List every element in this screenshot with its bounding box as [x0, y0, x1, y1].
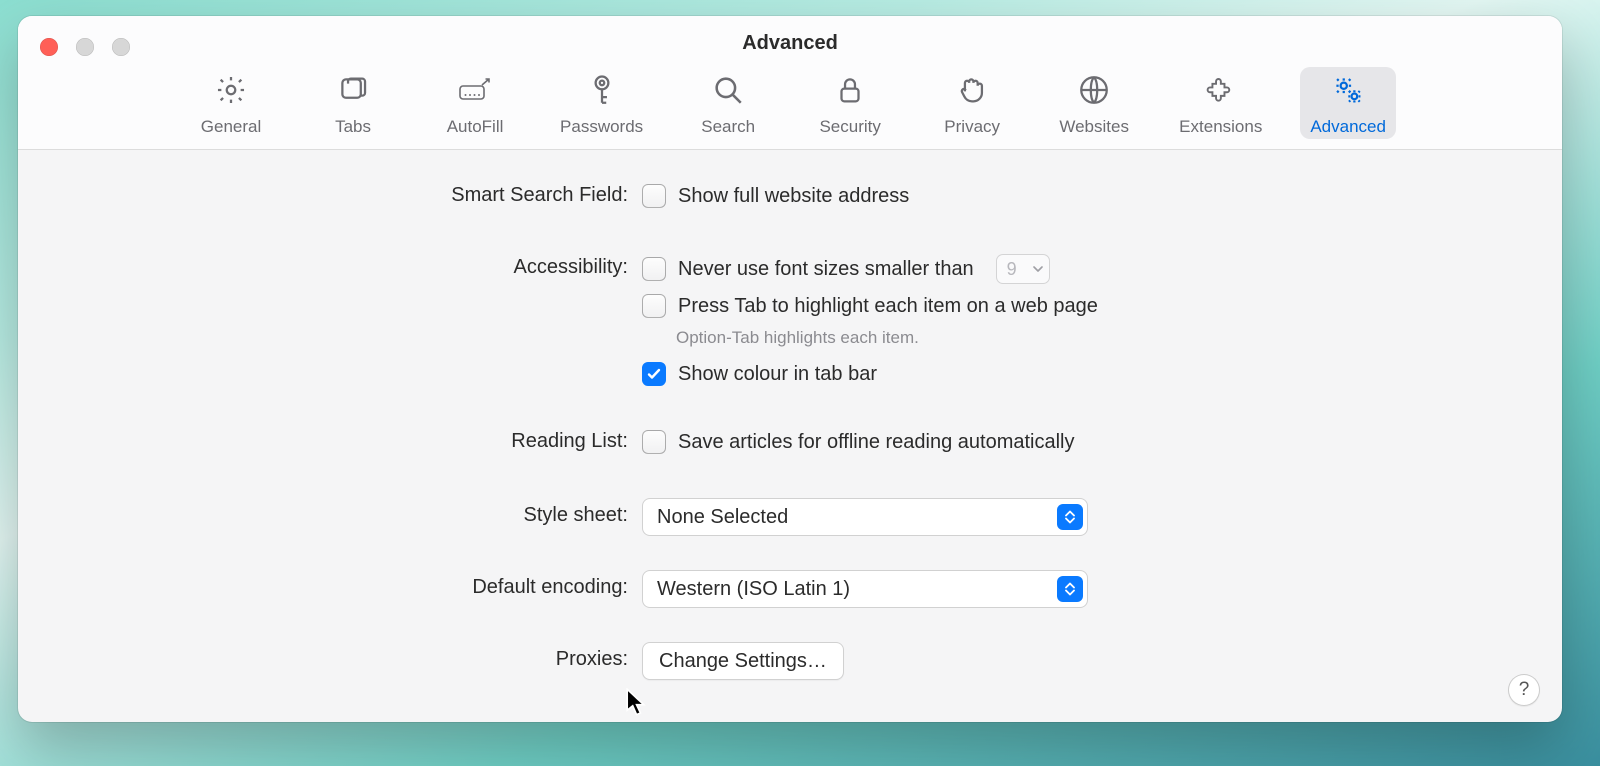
checkbox[interactable] — [642, 184, 666, 208]
stepper-value: 9 — [997, 259, 1027, 280]
close-button[interactable] — [40, 38, 58, 56]
tab-general[interactable]: General — [184, 67, 278, 139]
tab-label: Search — [701, 118, 755, 135]
change-proxy-settings-button[interactable]: Change Settings… — [642, 642, 844, 680]
help-button[interactable]: ? — [1508, 674, 1540, 706]
option-tab-hint: Option-Tab highlights each item. — [642, 328, 1098, 348]
show-full-address-option[interactable]: Show full website address — [642, 182, 909, 210]
tab-privacy[interactable]: Privacy — [925, 67, 1019, 139]
search-icon — [711, 73, 745, 112]
tab-label: Tabs — [335, 118, 371, 135]
popup-value: None Selected — [657, 506, 788, 529]
tab-label: AutoFill — [447, 118, 504, 135]
min-font-size-option[interactable]: Never use font sizes smaller than — [642, 255, 974, 283]
default-encoding-popup[interactable]: Western (ISO Latin 1) — [642, 570, 1088, 608]
globe-icon — [1077, 73, 1111, 112]
tab-advanced[interactable]: Advanced — [1300, 67, 1396, 139]
tab-label: General — [201, 118, 261, 135]
tab-bar-colour-option[interactable]: Show colour in tab bar — [642, 360, 1098, 388]
press-tab-option[interactable]: Press Tab to highlight each item on a we… — [642, 292, 1098, 320]
checkbox-label: Show full website address — [678, 185, 909, 208]
proxies-label: Proxies: — [48, 642, 628, 671]
lock-icon — [833, 73, 867, 112]
window-title: Advanced — [18, 16, 1562, 55]
tab-websites[interactable]: Websites — [1047, 67, 1141, 139]
updown-icon — [1057, 504, 1083, 530]
tab-label: Privacy — [944, 118, 1000, 135]
autofill-icon — [458, 73, 492, 112]
titlebar: Advanced General Tabs — [18, 16, 1562, 150]
popup-value: Western (ISO Latin 1) — [657, 578, 850, 601]
checkbox-label: Press Tab to highlight each item on a we… — [678, 295, 1098, 318]
checkbox-label: Show colour in tab bar — [678, 363, 877, 386]
tab-tabs[interactable]: Tabs — [306, 67, 400, 139]
default-encoding-label: Default encoding: — [48, 570, 628, 599]
style-sheet-popup[interactable]: None Selected — [642, 498, 1088, 536]
tabs-icon — [336, 73, 370, 112]
key-icon — [585, 73, 619, 112]
tab-passwords[interactable]: Passwords — [550, 67, 653, 139]
smart-search-label: Smart Search Field: — [48, 182, 628, 207]
tab-label: Websites — [1059, 118, 1129, 135]
gears-icon — [1331, 73, 1365, 112]
button-label: Change Settings… — [659, 650, 827, 673]
min-font-size-stepper[interactable]: 9 — [996, 254, 1050, 284]
tab-security[interactable]: Security — [803, 67, 897, 139]
accessibility-label: Accessibility: — [48, 254, 628, 279]
puzzle-icon — [1204, 73, 1238, 112]
tab-extensions[interactable]: Extensions — [1169, 67, 1272, 139]
tab-search[interactable]: Search — [681, 67, 775, 139]
minimize-button[interactable] — [76, 38, 94, 56]
spacer — [48, 720, 628, 722]
hand-icon — [955, 73, 989, 112]
tab-label: Extensions — [1179, 118, 1262, 135]
style-sheet-label: Style sheet: — [48, 498, 628, 527]
preferences-toolbar: General Tabs — [18, 55, 1562, 149]
advanced-pane: Smart Search Field: Show full website ad… — [18, 150, 1562, 722]
save-offline-option[interactable]: Save articles for offline reading automa… — [642, 428, 1075, 456]
show-develop-menu-option[interactable]: Show Develop menu in menu bar — [642, 720, 974, 722]
gear-icon — [214, 73, 248, 112]
help-label: ? — [1519, 679, 1530, 701]
window-controls — [40, 38, 130, 56]
checkbox[interactable] — [642, 257, 666, 281]
checkbox-label: Save articles for offline reading automa… — [678, 431, 1075, 454]
checkbox[interactable] — [642, 430, 666, 454]
zoom-button[interactable] — [112, 38, 130, 56]
chevron-down-icon — [1027, 265, 1049, 273]
preferences-window: Advanced General Tabs — [18, 16, 1562, 722]
checkbox[interactable] — [642, 294, 666, 318]
tab-label: Security — [819, 118, 880, 135]
tab-label: Advanced — [1310, 118, 1386, 135]
tab-autofill[interactable]: AutoFill — [428, 67, 522, 139]
reading-list-label: Reading List: — [48, 428, 628, 453]
checkbox-label: Never use font sizes smaller than — [678, 258, 974, 281]
tab-label: Passwords — [560, 118, 643, 135]
checkbox[interactable] — [642, 362, 666, 386]
updown-icon — [1057, 576, 1083, 602]
